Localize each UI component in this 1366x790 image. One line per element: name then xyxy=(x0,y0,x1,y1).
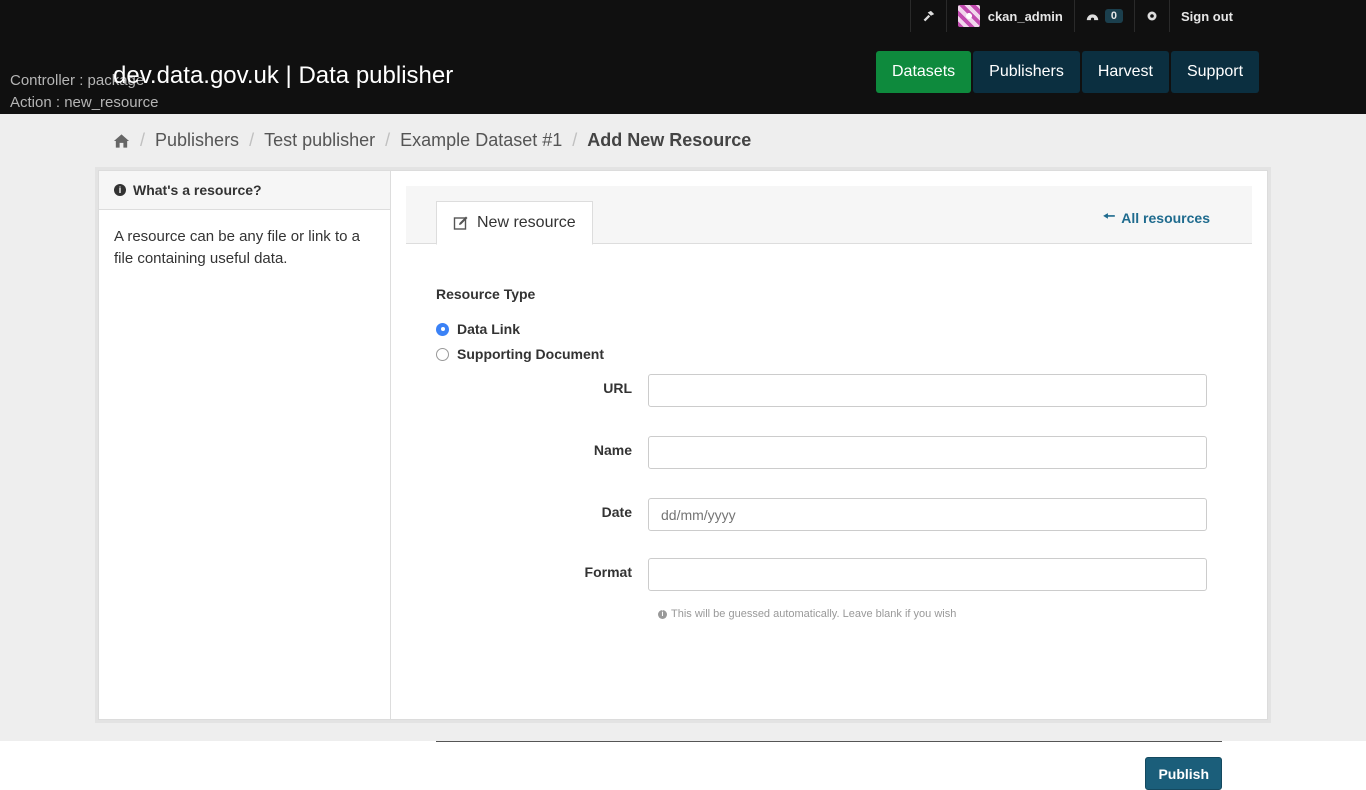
format-field[interactable] xyxy=(648,558,1207,591)
url-label: URL xyxy=(603,380,632,396)
info-icon: i xyxy=(114,184,126,196)
name-field[interactable] xyxy=(648,436,1207,469)
debug-action: Action : new_resource xyxy=(10,94,159,111)
nav-harvest[interactable]: Harvest xyxy=(1081,51,1169,93)
primary-content: New resource 🠔 All resources Resource Ty… xyxy=(406,186,1252,790)
gear-icon xyxy=(1147,11,1157,21)
settings-link[interactable] xyxy=(1134,0,1169,32)
sidebar: i What's a resource? A resource can be a… xyxy=(99,171,391,719)
format-help-text: This will be guessed automatically. Leav… xyxy=(671,608,957,620)
nav-datasets[interactable]: Datasets xyxy=(876,51,972,93)
url-field[interactable] xyxy=(648,374,1207,407)
radio-data-link-control[interactable] xyxy=(436,322,449,336)
tab-new-resource-label: New resource xyxy=(477,214,576,231)
breadcrumb-current: Add New Resource xyxy=(587,130,752,150)
sidebar-text: A resource can be any file or link to a … xyxy=(114,228,360,267)
breadcrumb-dataset[interactable]: Example Dataset #1 xyxy=(400,130,562,151)
edit-icon xyxy=(453,216,468,230)
date-label: Date xyxy=(601,504,632,520)
arrow-left-icon: 🠔 xyxy=(1103,208,1116,224)
radio-supporting-document-label: Supporting Document xyxy=(457,346,604,362)
user-link[interactable]: ckan_admin xyxy=(945,0,1074,32)
all-resources-label: All resources xyxy=(1121,210,1210,226)
breadcrumb-separator: / xyxy=(572,130,578,150)
radio-data-link[interactable]: Data Link xyxy=(436,321,520,337)
username: ckan_admin xyxy=(987,8,1063,24)
info-icon: i xyxy=(658,609,667,619)
breadcrumb-separator: / xyxy=(249,130,255,150)
home-icon[interactable] xyxy=(113,133,130,149)
avatar xyxy=(957,5,980,27)
nav-publishers[interactable]: Publishers xyxy=(973,51,1080,93)
tab-new-resource[interactable]: New resource xyxy=(436,201,593,245)
masthead: ckan_admin 0 Sign out Controller : packa… xyxy=(0,0,1366,114)
radio-supporting-document[interactable]: Supporting Document xyxy=(436,346,604,362)
admin-tools-link[interactable] xyxy=(909,0,946,32)
sign-out-link[interactable]: Sign out xyxy=(1169,0,1244,32)
dashboard-count-badge: 0 xyxy=(1104,9,1123,23)
radio-data-link-label: Data Link xyxy=(457,321,521,337)
sign-out-label: Sign out xyxy=(1181,8,1233,24)
resource-type-label: Resource Type xyxy=(436,286,536,302)
account-bar: ckan_admin 0 Sign out xyxy=(909,0,1244,32)
main-wrapper: i What's a resource? A resource can be a… xyxy=(98,170,1268,790)
radio-supporting-document-control[interactable] xyxy=(436,347,449,361)
publish-button[interactable]: Publish xyxy=(1145,757,1222,790)
breadcrumb-publishers[interactable]: Publishers xyxy=(155,130,239,151)
all-resources-link[interactable]: 🠔 All resources xyxy=(1103,206,1210,230)
breadcrumb: / Publishers / Test publisher / Example … xyxy=(113,130,751,151)
breadcrumb-separator: / xyxy=(140,130,146,150)
tab-bar: New resource 🠔 All resources xyxy=(406,186,1252,245)
form-divider xyxy=(436,741,1222,742)
main-nav: Datasets Publishers Harvest Support xyxy=(876,51,1260,93)
date-field[interactable] xyxy=(648,498,1207,531)
sidebar-heading: i What's a resource? xyxy=(99,171,390,210)
breadcrumb-separator: / xyxy=(385,130,391,150)
format-help: i This will be guessed automatically. Le… xyxy=(658,608,956,620)
hammer-icon xyxy=(923,10,934,21)
dashboard-icon xyxy=(1086,14,1099,21)
dashboard-link[interactable]: 0 xyxy=(1073,0,1134,32)
sidebar-heading-text: What's a resource? xyxy=(133,181,262,198)
format-label: Format xyxy=(584,564,632,580)
breadcrumb-test-publisher[interactable]: Test publisher xyxy=(264,130,375,151)
name-label: Name xyxy=(593,442,632,458)
nav-support[interactable]: Support xyxy=(1170,51,1260,93)
site-title[interactable]: dev.data.gov.uk | Data publisher xyxy=(113,62,453,90)
